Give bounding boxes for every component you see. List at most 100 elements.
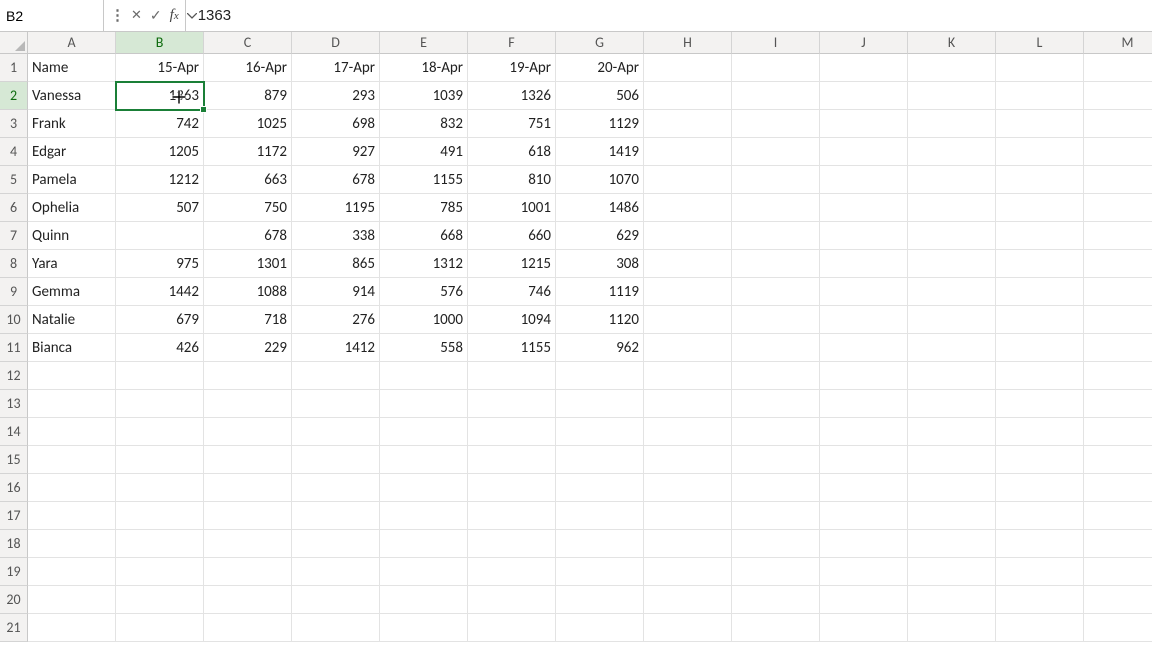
- cells-area[interactable]: Name15-Apr16-Apr17-Apr18-Apr19-Apr20-Apr…: [28, 54, 1152, 642]
- cell-E21[interactable]: [380, 614, 468, 642]
- cell-L15[interactable]: [996, 446, 1084, 474]
- cell-I18[interactable]: [732, 530, 820, 558]
- cell-H16[interactable]: [644, 474, 732, 502]
- cell-K1[interactable]: [908, 54, 996, 82]
- cell-E4[interactable]: 491: [380, 138, 468, 166]
- cell-I3[interactable]: [732, 110, 820, 138]
- cell-I20[interactable]: [732, 586, 820, 614]
- cell-M21[interactable]: [1084, 614, 1152, 642]
- cell-H10[interactable]: [644, 306, 732, 334]
- cancel-icon[interactable]: ✕: [131, 8, 142, 23]
- cell-D4[interactable]: 927: [292, 138, 380, 166]
- cell-K7[interactable]: [908, 222, 996, 250]
- cell-J19[interactable]: [820, 558, 908, 586]
- cell-F4[interactable]: 618: [468, 138, 556, 166]
- cell-I12[interactable]: [732, 362, 820, 390]
- cell-B6[interactable]: 507: [116, 194, 204, 222]
- column-header-C[interactable]: C: [204, 32, 292, 54]
- cell-H4[interactable]: [644, 138, 732, 166]
- menu-icon[interactable]: ⋮: [110, 6, 123, 25]
- cell-M2[interactable]: [1084, 82, 1152, 110]
- cell-B5[interactable]: 1212: [116, 166, 204, 194]
- cell-L19[interactable]: [996, 558, 1084, 586]
- cell-L20[interactable]: [996, 586, 1084, 614]
- cell-F13[interactable]: [468, 390, 556, 418]
- cell-M3[interactable]: [1084, 110, 1152, 138]
- cell-C4[interactable]: 1172: [204, 138, 292, 166]
- cell-I9[interactable]: [732, 278, 820, 306]
- row-header-1[interactable]: 1: [0, 54, 28, 82]
- column-header-L[interactable]: L: [996, 32, 1084, 54]
- cell-D20[interactable]: [292, 586, 380, 614]
- cell-I2[interactable]: [732, 82, 820, 110]
- cell-H13[interactable]: [644, 390, 732, 418]
- row-header-20[interactable]: 20: [0, 586, 28, 614]
- cell-E9[interactable]: 576: [380, 278, 468, 306]
- cell-E7[interactable]: 668: [380, 222, 468, 250]
- cell-M4[interactable]: [1084, 138, 1152, 166]
- cell-D15[interactable]: [292, 446, 380, 474]
- cell-J14[interactable]: [820, 418, 908, 446]
- row-header-13[interactable]: 13: [0, 390, 28, 418]
- cell-K12[interactable]: [908, 362, 996, 390]
- column-header-G[interactable]: G: [556, 32, 644, 54]
- cell-L17[interactable]: [996, 502, 1084, 530]
- cell-F18[interactable]: [468, 530, 556, 558]
- cell-G15[interactable]: [556, 446, 644, 474]
- cell-E14[interactable]: [380, 418, 468, 446]
- cell-C13[interactable]: [204, 390, 292, 418]
- cell-M16[interactable]: [1084, 474, 1152, 502]
- cell-K13[interactable]: [908, 390, 996, 418]
- cell-J3[interactable]: [820, 110, 908, 138]
- row-header-11[interactable]: 11: [0, 334, 28, 362]
- cell-D18[interactable]: [292, 530, 380, 558]
- cell-A1[interactable]: Name: [28, 54, 116, 82]
- row-header-14[interactable]: 14: [0, 418, 28, 446]
- cell-F21[interactable]: [468, 614, 556, 642]
- cell-F1[interactable]: 19-Apr: [468, 54, 556, 82]
- cell-I14[interactable]: [732, 418, 820, 446]
- column-header-B[interactable]: B: [116, 32, 204, 54]
- cell-I1[interactable]: [732, 54, 820, 82]
- cell-L8[interactable]: [996, 250, 1084, 278]
- cell-C11[interactable]: 229: [204, 334, 292, 362]
- cell-J11[interactable]: [820, 334, 908, 362]
- cell-L14[interactable]: [996, 418, 1084, 446]
- cell-G1[interactable]: 20-Apr: [556, 54, 644, 82]
- cell-G9[interactable]: 1119: [556, 278, 644, 306]
- fx-icon[interactable]: fx: [170, 7, 179, 24]
- cell-D5[interactable]: 678: [292, 166, 380, 194]
- row-header-6[interactable]: 6: [0, 194, 28, 222]
- cell-A11[interactable]: Bianca: [28, 334, 116, 362]
- cell-A8[interactable]: Yara: [28, 250, 116, 278]
- cell-K8[interactable]: [908, 250, 996, 278]
- cell-M18[interactable]: [1084, 530, 1152, 558]
- cell-F3[interactable]: 751: [468, 110, 556, 138]
- cell-G19[interactable]: [556, 558, 644, 586]
- cell-B8[interactable]: 975: [116, 250, 204, 278]
- cell-D11[interactable]: 1412: [292, 334, 380, 362]
- cell-G16[interactable]: [556, 474, 644, 502]
- cell-I15[interactable]: [732, 446, 820, 474]
- row-header-18[interactable]: 18: [0, 530, 28, 558]
- cell-I6[interactable]: [732, 194, 820, 222]
- cell-H5[interactable]: [644, 166, 732, 194]
- cell-C6[interactable]: 750: [204, 194, 292, 222]
- cell-I13[interactable]: [732, 390, 820, 418]
- cell-A14[interactable]: [28, 418, 116, 446]
- confirm-icon[interactable]: ✓: [150, 7, 162, 24]
- cell-J10[interactable]: [820, 306, 908, 334]
- cell-L21[interactable]: [996, 614, 1084, 642]
- cell-C15[interactable]: [204, 446, 292, 474]
- cell-B4[interactable]: 1205: [116, 138, 204, 166]
- cell-D6[interactable]: 1195: [292, 194, 380, 222]
- cell-I10[interactable]: [732, 306, 820, 334]
- cell-C1[interactable]: 16-Apr: [204, 54, 292, 82]
- cell-J8[interactable]: [820, 250, 908, 278]
- cell-B2[interactable]: 1363: [116, 82, 204, 110]
- cell-K2[interactable]: [908, 82, 996, 110]
- cell-L10[interactable]: [996, 306, 1084, 334]
- cell-C9[interactable]: 1088: [204, 278, 292, 306]
- cell-B17[interactable]: [116, 502, 204, 530]
- row-header-17[interactable]: 17: [0, 502, 28, 530]
